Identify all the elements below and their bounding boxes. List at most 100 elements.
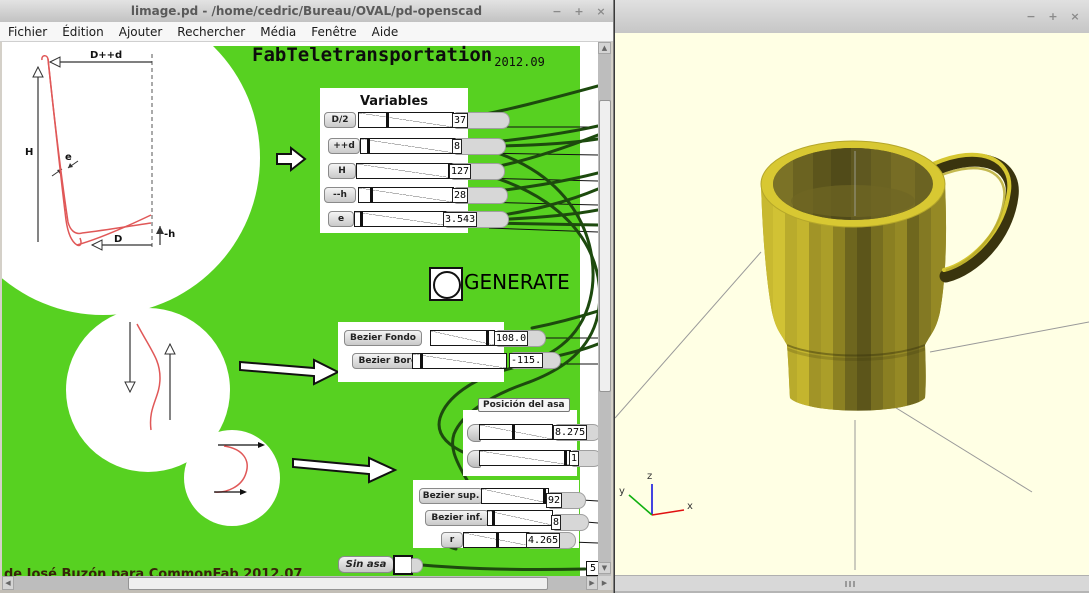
- maximize-icon[interactable]: +: [573, 5, 585, 18]
- pd-vertical-scrollbar[interactable]: ▲ ▼: [598, 42, 611, 576]
- y-axis-label: y: [619, 486, 625, 497]
- maximize-icon[interactable]: +: [1047, 10, 1059, 23]
- scad-3d-viewport[interactable]: z y x: [615, 33, 1089, 575]
- number-value: 108.0: [494, 331, 528, 346]
- asa-slider1[interactable]: [479, 424, 553, 440]
- slider-knob[interactable]: [360, 212, 363, 226]
- slider-knob[interactable]: [564, 451, 567, 465]
- dim-label-minus-h: -h: [164, 229, 175, 240]
- slider-knob[interactable]: [492, 511, 495, 525]
- asa-panel: [463, 410, 577, 476]
- number-value: 8: [452, 139, 462, 154]
- slider-knob[interactable]: [496, 533, 499, 547]
- dim-label-h: H: [25, 147, 33, 158]
- close-icon[interactable]: ×: [1069, 10, 1081, 23]
- menu-aide[interactable]: Aide: [372, 25, 399, 39]
- bezier-fondo-slider[interactable]: [430, 330, 495, 346]
- bezier-sup-slider[interactable]: [481, 488, 549, 504]
- mug-3d-render: [615, 33, 1089, 575]
- x-axis-label: x: [687, 501, 693, 512]
- scrollbar-corner-icon[interactable]: ▶: [598, 576, 611, 590]
- sin-asa-toggle[interactable]: [393, 555, 413, 575]
- slider-knob[interactable]: [367, 139, 370, 153]
- pd-patch-window: limage.pd - /home/cedric/Bureau/OVAL/pd-…: [0, 0, 614, 593]
- dim-label-d: D: [114, 234, 122, 245]
- slider-knob[interactable]: [512, 425, 515, 439]
- credit-comment: de José Buzón para CommonFab 2012.07: [4, 567, 302, 576]
- pd-horizontal-scrollbar[interactable]: ◀ ▶: [2, 576, 598, 590]
- var-label-dd[interactable]: ++d: [328, 138, 360, 154]
- minimize-icon[interactable]: −: [1025, 10, 1037, 23]
- number-value: 127: [449, 164, 471, 179]
- generate-bang[interactable]: [429, 267, 463, 301]
- number-value: 92: [546, 493, 562, 508]
- openscad-window: − + ×: [615, 0, 1089, 593]
- corner-number-box[interactable]: 5: [586, 561, 598, 576]
- dim-label-dd: D++d: [90, 50, 122, 61]
- ccurve-diagram-circle: [184, 430, 280, 526]
- bang-circle-icon: [433, 271, 461, 299]
- var-slider-dd[interactable]: [360, 138, 456, 154]
- number-value: 28: [452, 188, 468, 203]
- scad-bottom-scrollbar[interactable]: [615, 575, 1089, 592]
- number-value: 8: [551, 515, 561, 530]
- patch-version: 2012.09: [494, 55, 545, 69]
- patch-heading: FabTeletransportation2012.09: [252, 44, 543, 66]
- number-value: 1: [569, 451, 579, 466]
- desktop: limage.pd - /home/cedric/Bureau/OVAL/pd-…: [0, 0, 1089, 593]
- menu-fichier[interactable]: Fichier: [8, 25, 47, 39]
- z-axis-label: z: [647, 471, 652, 482]
- minimize-icon[interactable]: −: [551, 5, 563, 18]
- scad-window-controls: − + ×: [1025, 5, 1081, 27]
- menu-edition[interactable]: Édition: [62, 25, 104, 39]
- scroll-up-icon[interactable]: ▲: [598, 42, 611, 54]
- bezier-borde-slider[interactable]: [412, 353, 507, 369]
- var-slider-d2[interactable]: [358, 112, 454, 128]
- var-slider-e[interactable]: [354, 211, 452, 227]
- var-slider-minus-h[interactable]: [358, 187, 454, 203]
- slider-knob[interactable]: [486, 331, 489, 345]
- patch-heading-text: FabTeletransportation: [252, 44, 492, 66]
- pd-window-title: limage.pd - /home/cedric/Bureau/OVAL/pd-…: [0, 0, 613, 22]
- asa-panel-title: Posición del asa: [478, 398, 570, 412]
- sin-asa-button[interactable]: Sin asa: [338, 556, 394, 573]
- menu-media[interactable]: Média: [260, 25, 296, 39]
- asa-slider2[interactable]: [479, 450, 571, 466]
- dim-label-e: e: [65, 152, 72, 163]
- var-label-d2[interactable]: D/2: [324, 112, 356, 128]
- bezier-panel: Bezier Fondo Bezier Borde: [338, 322, 504, 382]
- bezier-sup-button[interactable]: Bezier sup.: [419, 488, 483, 504]
- scad-titlebar[interactable]: − + ×: [615, 0, 1089, 34]
- close-icon[interactable]: ×: [595, 5, 607, 18]
- number-value: 4.265: [526, 533, 560, 548]
- number-value: 37: [452, 113, 468, 128]
- menu-rechercher[interactable]: Rechercher: [177, 25, 245, 39]
- scroll-left-icon[interactable]: ◀: [2, 576, 14, 590]
- scrollbar-grip-icon: [845, 581, 847, 587]
- pd-vscroll-thumb[interactable]: [599, 100, 611, 392]
- pd-menubar: Fichier Édition Ajouter Rechercher Média…: [0, 22, 613, 42]
- menu-ajouter[interactable]: Ajouter: [119, 25, 163, 39]
- number-value: 3.543: [443, 212, 477, 227]
- bezier-inf-slider[interactable]: [487, 510, 553, 526]
- bezier-inf-button[interactable]: Bezier inf.: [425, 510, 489, 526]
- slider-knob[interactable]: [386, 113, 389, 127]
- var-label-e[interactable]: e: [328, 211, 354, 227]
- var-slider-h[interactable]: [356, 163, 454, 179]
- menu-fenetre[interactable]: Fenêtre: [311, 25, 356, 39]
- slider-knob[interactable]: [370, 188, 373, 202]
- scroll-right-icon[interactable]: ▶: [586, 576, 598, 590]
- generate-label: GENERATE: [464, 270, 570, 294]
- number-value: -115.: [509, 353, 543, 368]
- bezier-fondo-button[interactable]: Bezier Fondo: [344, 330, 422, 346]
- pd-titlebar[interactable]: limage.pd - /home/cedric/Bureau/OVAL/pd-…: [0, 0, 613, 23]
- pd-hscroll-thumb[interactable]: [128, 577, 548, 590]
- r-button[interactable]: r: [441, 532, 463, 548]
- number-value: 8.275: [553, 425, 587, 440]
- var-label-minus-h[interactable]: --h: [324, 187, 356, 203]
- slider-knob[interactable]: [420, 354, 423, 368]
- var-label-h[interactable]: H: [328, 163, 356, 179]
- pd-canvas[interactable]: D++d H e D -h FabTeletransportation2012.…: [2, 42, 598, 576]
- variables-panel-title: Variables: [320, 94, 468, 109]
- scroll-down-icon[interactable]: ▼: [598, 562, 611, 574]
